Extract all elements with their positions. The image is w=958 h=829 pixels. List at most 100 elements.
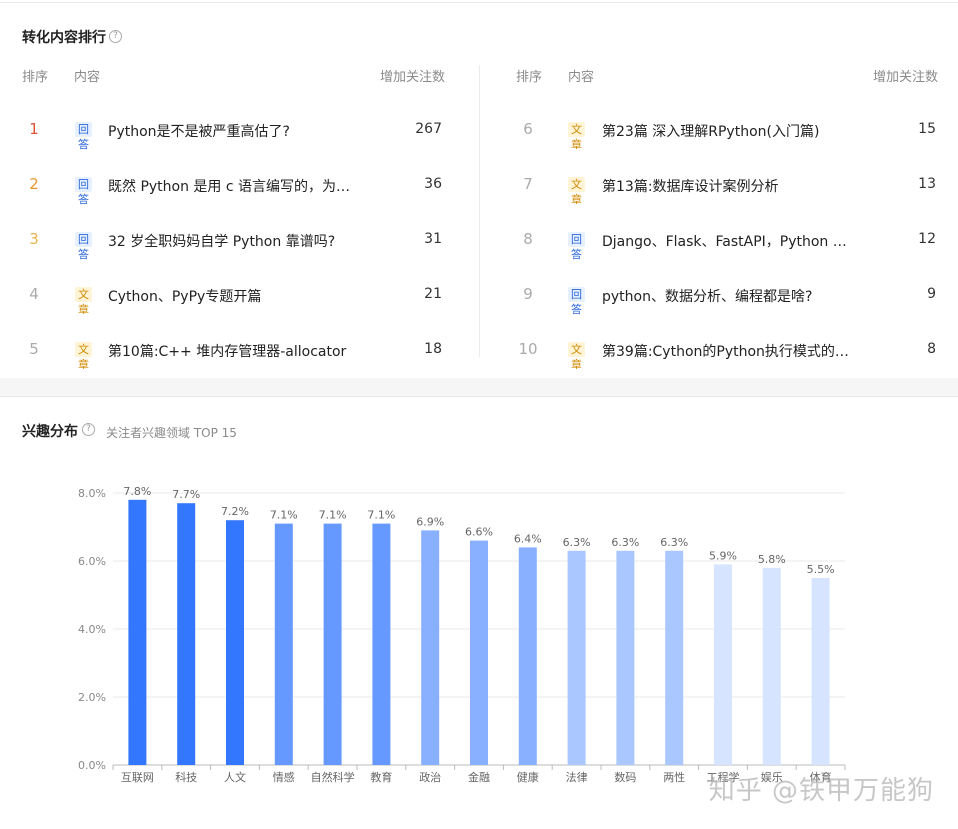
content-title-link[interactable]: 第10篇:C++ 堆内存管理器-allocator [108, 341, 364, 361]
follow-count: 12 [918, 231, 936, 247]
rank-number: 1 [29, 120, 39, 138]
data-label: 6.9% [416, 515, 444, 528]
follow-count: 18 [424, 341, 442, 357]
follow-count: 36 [424, 176, 442, 192]
y-tick-label: 4.0% [78, 623, 106, 636]
right-header-count: 增加关注数 [873, 70, 939, 85]
column-divider [479, 65, 480, 357]
data-label: 6.3% [563, 536, 591, 549]
x-tick-label: 互联网 [121, 771, 154, 784]
bar [274, 523, 293, 765]
follow-count: 8 [927, 341, 936, 357]
bar [665, 550, 684, 765]
article-tag: 文章 [75, 287, 92, 316]
answer-tag: 回答 [75, 232, 92, 261]
bar [714, 564, 732, 765]
article-tag: 文章 [568, 122, 585, 151]
data-label: 7.8% [123, 485, 151, 498]
content-title-link[interactable]: 第39篇:Cython的Python执行模式的原理 [602, 341, 858, 361]
data-label: 5.9% [709, 549, 737, 562]
article-tag: 文章 [568, 342, 585, 371]
rank-number: 10 [518, 340, 538, 358]
answer-tag: 回答 [75, 122, 92, 151]
content-title-link[interactable]: 第13篇:数据库设计案例分析 [602, 176, 858, 196]
data-label: 6.4% [514, 532, 542, 545]
x-tick-label: 情感 [273, 771, 295, 784]
data-label: 7.1% [270, 509, 298, 522]
x-tick-label: 两性 [663, 770, 685, 784]
follow-count: 15 [918, 121, 936, 137]
right-header-rank: 排序 [516, 70, 543, 85]
rank-number: 3 [29, 230, 39, 248]
data-label: 7.1% [367, 509, 395, 522]
rank-number: 6 [523, 120, 533, 138]
left-header-rank: 排序 [22, 70, 49, 85]
bar [177, 503, 196, 765]
bar [518, 547, 537, 765]
data-label: 5.8% [758, 553, 786, 566]
content-title-link[interactable]: python、数据分析、编程都是啥? [602, 286, 858, 306]
content-title-link[interactable]: 第23篇 深入理解RPython(入门篇) [602, 121, 858, 141]
bar [470, 540, 488, 765]
follow-count: 31 [424, 231, 442, 247]
interest-bar-chart: 0.0% 2.0% 4.0% 6.0% 8.0% 7.8% 互联网 7.7% 科技 7.2% 人文 7… [78, 485, 846, 784]
follow-count: 9 [927, 286, 936, 302]
y-tick-label: 6.0% [78, 555, 106, 568]
data-label: 7.7% [172, 488, 200, 501]
article-tag: 文章 [568, 177, 585, 206]
data-label: 6.3% [611, 536, 639, 549]
ranking-card: 转化内容排行 ? 排序 内容 增加关注数 排序 内容 增加关注数 1 回答 Pyth… [0, 2, 958, 379]
x-tick-label: 政治 [419, 770, 441, 784]
follow-count: 21 [424, 286, 442, 302]
content-title-link[interactable]: Python是不是被严重高估了? [108, 121, 364, 141]
x-tick-label: 人文 [224, 770, 246, 784]
bar [616, 550, 635, 765]
answer-tag: 回答 [568, 287, 585, 316]
x-tick-label: 健康 [517, 770, 539, 784]
data-label: 5.5% [807, 563, 835, 576]
bar [567, 550, 586, 765]
rank-number: 4 [29, 285, 39, 303]
answer-tag: 回答 [75, 177, 92, 206]
x-tick-label: 法律 [566, 770, 588, 784]
interest-card: 兴趣分布 ? 关注者兴趣领域 TOP 15 0.0% 2.0% 4.0% 6.0% 8.… [0, 396, 958, 829]
ranking-title: 转化内容排行 [22, 30, 106, 46]
y-tick-label: 8.0% [78, 487, 106, 500]
bar [811, 578, 830, 765]
help-icon[interactable]: ? [109, 30, 122, 43]
rank-number: 7 [523, 175, 533, 193]
bar [323, 523, 342, 765]
x-tick-label: 教育 [370, 770, 392, 784]
data-label: 7.1% [319, 509, 347, 522]
answer-tag: 回答 [568, 232, 585, 261]
content-title-link[interactable]: 既然 Python 是用 c 语言编写的，为什么… [108, 176, 364, 196]
left-header-content: 内容 [74, 70, 101, 85]
left-header-count: 增加关注数 [380, 70, 446, 85]
bar [128, 499, 147, 765]
data-label: 6.3% [660, 536, 688, 549]
x-tick-label: 自然科学 [311, 770, 355, 784]
rank-number: 8 [523, 230, 533, 248]
x-tick-label: 科技 [175, 770, 197, 784]
content-title-link[interactable]: 32 岁全职妈妈自学 Python 靠谱吗? [108, 231, 364, 251]
follow-count: 267 [415, 121, 442, 137]
rank-number: 9 [523, 285, 533, 303]
section-gap [0, 378, 958, 396]
bar [421, 530, 440, 765]
rank-number: 5 [29, 340, 39, 358]
data-label: 7.2% [221, 505, 249, 518]
content-title-link[interactable]: Cython、PyPy专题开篇 [108, 286, 364, 306]
article-tag: 文章 [75, 342, 92, 371]
x-tick-label: 数码 [614, 771, 636, 784]
content-title-link[interactable]: Django、Flask、FastAPI，Python 后端… [602, 231, 858, 251]
x-tick-label: 金融 [468, 770, 490, 784]
bar [226, 520, 244, 765]
data-label: 6.6% [465, 526, 493, 539]
right-header-content: 内容 [568, 70, 595, 85]
y-tick-label: 2.0% [78, 691, 106, 704]
y-tick-label: 0.0% [78, 759, 106, 772]
bar [372, 523, 391, 765]
bar [762, 567, 781, 765]
rank-number: 2 [29, 175, 39, 193]
follow-count: 13 [918, 176, 936, 192]
